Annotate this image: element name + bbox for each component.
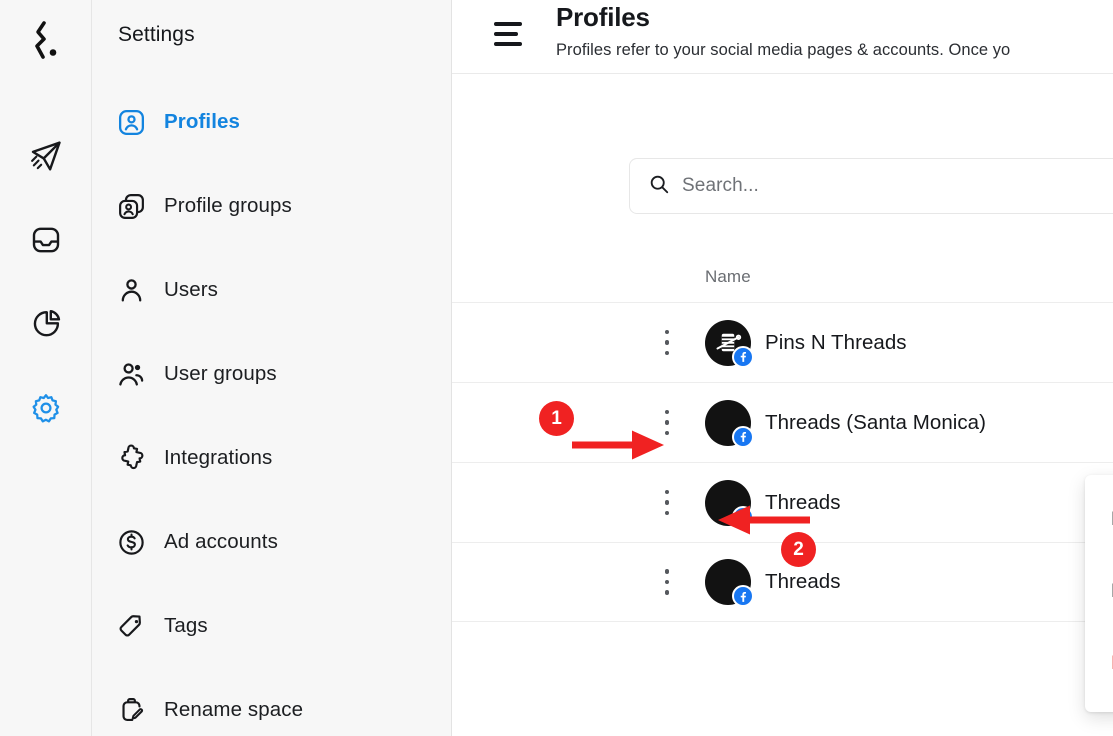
search-icon [648,173,670,200]
rail-item-publish[interactable] [0,128,92,184]
sidebar-item-label: Profile groups [164,194,292,217]
settings-sidebar: Settings Profiles Profile groups Users U… [92,0,452,736]
sidebar-item-profiles[interactable]: Profiles [92,80,451,164]
sidebar-item-tags[interactable]: Tags [92,584,451,668]
profile-name: Threads [765,570,841,593]
sidebar-item-label: Rename space [164,698,304,721]
sidebar-item-label: Ad accounts [164,530,278,553]
menu-item-refresh-access[interactable]: Refresh access [1085,555,1113,627]
avatar [705,399,754,448]
profile-name: Pins N Threads [765,330,907,354]
avatar [705,319,754,368]
table-row[interactable]: Threads [452,462,1113,542]
table-row[interactable]: Threads (Santa Monica) [452,382,1113,462]
rail-item-inbox[interactable] [0,212,92,268]
profile-square-icon [116,107,146,137]
facebook-badge-icon [732,425,754,448]
sidebar-nav: Profiles Profile groups Users User group… [92,80,451,736]
table-row[interactable]: Threads [452,542,1113,622]
sidebar-item-label: Profiles [164,110,240,133]
page-subtitle: Profiles refer to your social media page… [556,41,1011,59]
icon-rail [0,0,92,736]
row-actions-menu-icon[interactable] [656,407,678,439]
users-icon [116,359,146,389]
brand-logo[interactable] [0,6,92,76]
sidebar-item-profile-groups[interactable]: Profile groups [92,164,451,248]
row-actions-menu-icon[interactable] [656,566,678,598]
sidebar-item-label: Users [164,278,219,301]
facebook-badge-icon [732,505,754,528]
pie-chart-icon [30,308,62,340]
hamburger-icon[interactable] [494,17,528,51]
sidebar-item-integrations[interactable]: Integrations [92,416,451,500]
gear-icon [30,392,62,424]
menu-item-remove[interactable]: Remove [1085,627,1113,699]
column-header-name: Name [705,267,751,286]
dollar-circle-icon [116,527,146,557]
main-panel: Profiles Profiles refer to your social m… [452,0,1113,736]
search-placeholder: Search... [682,175,759,196]
search-input[interactable]: Search... [629,158,1113,214]
table-row[interactable]: Pins N Threads [452,302,1113,382]
sidebar-item-label: Integrations [164,446,273,469]
sidebar-item-user-groups[interactable]: User groups [92,332,451,416]
page-title: Profiles [556,2,650,32]
avatar [705,479,754,528]
profile-name: Threads (Santa Monica) [765,410,987,434]
sidebar-item-rename-space[interactable]: Rename space [92,668,451,736]
sidebar-title: Settings [118,23,195,46]
row-actions-menu-icon[interactable] [656,327,678,359]
avatar [705,559,754,607]
menu-item-edit[interactable]: Edit [1085,483,1113,555]
paper-plane-icon [29,139,63,173]
user-icon [116,275,146,305]
app-root: Settings Profiles Profile groups Users U… [0,0,1113,736]
briefcase-edit-icon [116,695,146,725]
rail-item-settings[interactable] [0,380,92,436]
facebook-badge-icon [732,345,754,368]
profile-groups-icon [116,191,146,221]
row-actions-menu-icon[interactable] [656,487,678,519]
sidebar-item-ad-accounts[interactable]: Ad accounts [92,500,451,584]
page-header: Profiles Profiles refer to your social m… [452,0,1113,74]
puzzle-icon [116,443,146,473]
sidebar-item-users[interactable]: Users [92,248,451,332]
tag-icon [116,611,146,641]
sidebar-item-label: Tags [164,614,208,637]
inbox-icon [30,224,62,256]
profiles-table: Name Pins N Threads Threads (Santa Monic… [452,252,1113,622]
profile-name: Threads [765,490,841,514]
rail-item-analytics[interactable] [0,296,92,352]
facebook-badge-icon [732,585,754,607]
sidebar-item-label: User groups [164,362,277,385]
row-context-menu: Edit Refresh access Remove [1085,475,1113,712]
